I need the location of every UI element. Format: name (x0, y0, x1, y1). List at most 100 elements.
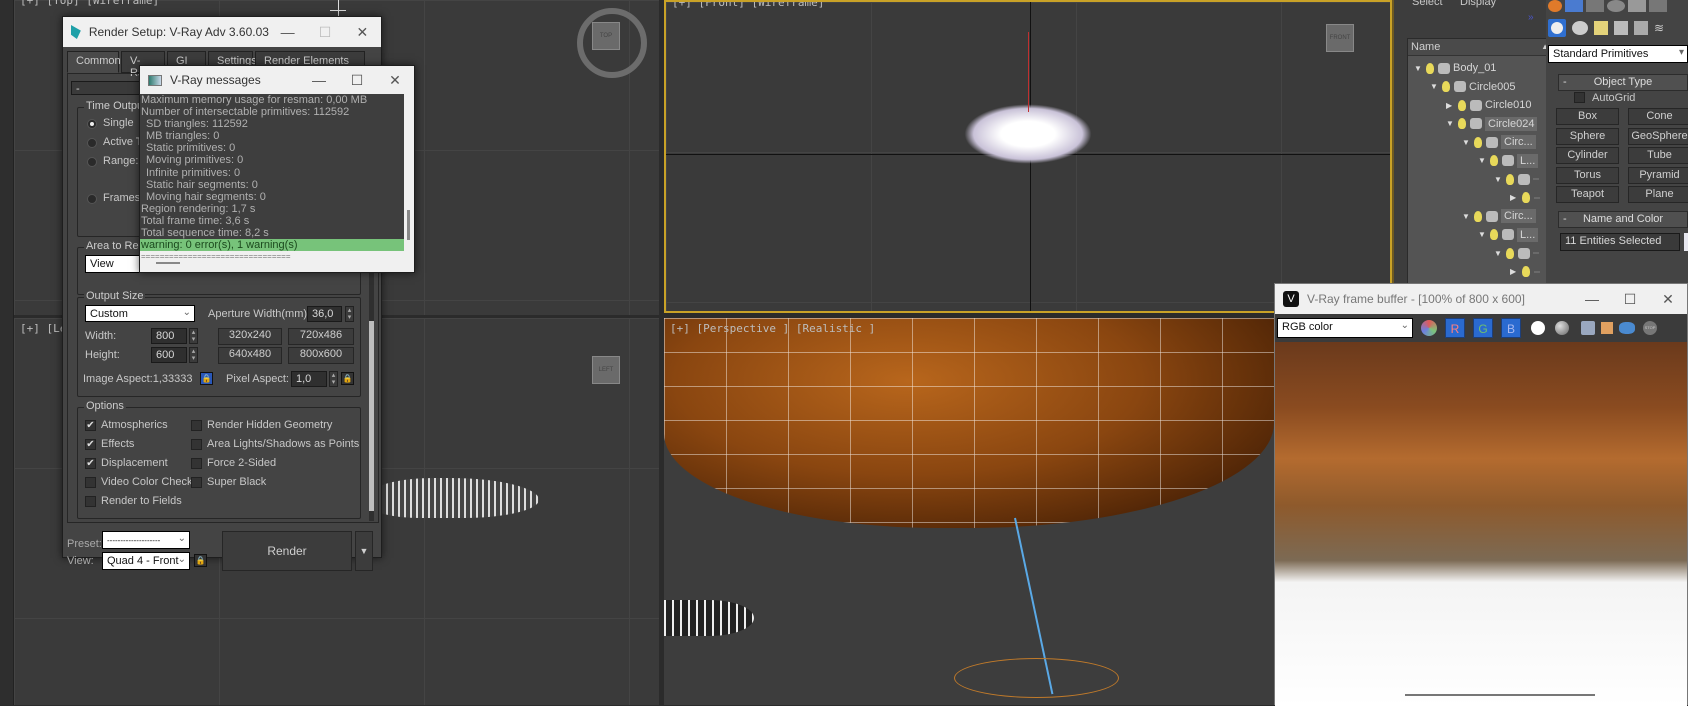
model-left-view[interactable] (374, 478, 539, 518)
minimize-button[interactable]: — (300, 72, 338, 88)
time-output-radio-3[interactable] (87, 194, 97, 204)
preset-800x600-button[interactable]: 800x600 (288, 347, 354, 364)
load-icon[interactable] (1601, 322, 1613, 334)
image-aspect-lock-icon[interactable]: 🔒 (200, 372, 213, 385)
create-sphere-button[interactable]: Sphere (1556, 127, 1619, 145)
outliner-item[interactable]: ▼ Circ... (1462, 207, 1536, 225)
expanded-arrow-icon[interactable]: ▼ (1430, 82, 1442, 91)
stop-icon[interactable]: STOP (1643, 321, 1657, 335)
viewport-front-label[interactable]: [+] [Front] [Wireframe] (672, 2, 824, 9)
viewport-perspective-label[interactable]: [+] [Perspective ] [Realistic ] (670, 322, 875, 335)
alpha-icon[interactable] (1555, 321, 1569, 335)
save-icon[interactable] (1581, 321, 1595, 335)
utilities-tab-icon[interactable] (1649, 0, 1667, 12)
column-header-name[interactable]: Name▲ (1408, 39, 1553, 56)
width-spinner[interactable]: ▴ ▾ (189, 328, 198, 344)
render-setup-titlebar[interactable]: Render Setup: V-Ray Adv 3.60.03 — ☐ ✕ (63, 17, 381, 47)
pixel-aspect-spinner[interactable]: ▴ ▾ (329, 371, 338, 387)
view-lock-icon[interactable]: 🔒 (194, 554, 207, 567)
light-bulb-icon[interactable] (1474, 136, 1482, 148)
create-cylinder-button[interactable]: Cylinder (1556, 147, 1619, 164)
viewport-top-label[interactable]: [+] [Top] [Wireframe] (20, 0, 159, 7)
vray-messages-log[interactable]: Maximum memory usage for resman: 0,00 MB… (140, 94, 404, 261)
green-channel-button[interactable]: G (1473, 318, 1493, 338)
minimize-button[interactable]: — (269, 24, 306, 40)
outliner-item[interactable]: ▼ L... (1478, 226, 1539, 244)
rendered-image[interactable] (1275, 342, 1687, 706)
shapes-icon[interactable] (1572, 21, 1588, 35)
viewcube-front[interactable]: FRONT (1326, 24, 1354, 52)
tab-common[interactable]: Common (67, 51, 121, 73)
width-field[interactable]: 800 (151, 328, 187, 344)
light-bulb-icon[interactable] (1458, 118, 1466, 129)
light-target-ellipse[interactable] (954, 658, 1119, 698)
viewport-front[interactable]: [+] [Front] [Wireframe] FRONT (664, 0, 1392, 313)
color-channels-icon[interactable] (1421, 320, 1437, 336)
scrollbar-thumb[interactable] (369, 321, 374, 511)
mono-white-icon[interactable] (1531, 321, 1545, 335)
rollout-name-and-color[interactable]: - Name and Color (1558, 211, 1688, 228)
view-dropdown[interactable]: Quad 4 - Front ⌄ (102, 552, 190, 570)
blue-channel-button[interactable]: B (1501, 318, 1521, 338)
create-tab-icon[interactable] (1548, 0, 1562, 12)
create-pyramid-button[interactable]: Pyramid (1628, 166, 1688, 184)
option-checkbox-render-to-fields[interactable] (85, 496, 96, 507)
expanded-arrow-icon[interactable]: ▼ (1446, 119, 1458, 128)
expanded-arrow-icon[interactable]: ▼ (1494, 175, 1506, 184)
horizontal-scrollbar-thumb[interactable] (156, 262, 180, 264)
close-button[interactable]: ✕ (376, 72, 414, 89)
create-torus-button[interactable]: Torus (1556, 166, 1619, 184)
output-size-preset-dropdown[interactable]: Custom ⌄ (85, 305, 195, 322)
option-checkbox-render-hidden-geometry[interactable] (191, 420, 202, 431)
height-spinner[interactable]: ▴ ▾ (189, 347, 198, 363)
cameras-icon[interactable] (1614, 21, 1628, 35)
viewcube-left[interactable]: LEFT (592, 356, 620, 384)
viewport-perspective[interactable]: [+] [Perspective ] [Realistic ] (664, 318, 1274, 705)
render-button[interactable]: Render (222, 531, 352, 571)
light-bulb-icon[interactable] (1490, 155, 1498, 166)
maximize-button[interactable]: ☐ (1611, 291, 1649, 308)
light-bulb-icon[interactable] (1506, 247, 1514, 259)
menu-select[interactable]: Select (1412, 0, 1443, 8)
teapot-render-icon[interactable] (1619, 322, 1635, 334)
helpers-icon[interactable] (1634, 21, 1648, 35)
outliner-item[interactable]: ▼ Circle024 (1446, 115, 1538, 133)
create-plane-button[interactable]: Plane (1628, 186, 1688, 203)
option-checkbox-effects[interactable]: ✔ (85, 439, 96, 450)
light-bulb-icon[interactable] (1458, 99, 1466, 111)
expanded-arrow-icon[interactable]: ▼ (1414, 64, 1426, 73)
outliner-item[interactable]: ▼ Circ... (1462, 133, 1536, 151)
create-box-button[interactable]: Box (1556, 108, 1619, 125)
expanded-arrow-icon[interactable]: ▼ (1494, 249, 1506, 258)
option-checkbox-video-color-check[interactable] (85, 477, 96, 488)
modify-tab-icon[interactable] (1565, 0, 1583, 12)
hierarchy-tab-icon[interactable] (1586, 0, 1604, 12)
menu-display[interactable]: Display (1460, 0, 1496, 8)
maximize-button[interactable]: ☐ (306, 24, 343, 41)
option-checkbox-atmospherics[interactable]: ✔ (85, 420, 96, 431)
outliner-item[interactable]: ▼ Circle005 (1430, 78, 1515, 96)
outliner-item[interactable]: ▶ (1510, 189, 1540, 207)
minimize-button[interactable]: — (1573, 291, 1611, 307)
spacewarps-icon[interactable]: ≋ (1654, 21, 1668, 35)
object-color-swatch[interactable] (1684, 233, 1688, 251)
object-name-field[interactable]: 11 Entities Selected (1560, 233, 1680, 251)
outliner-item[interactable]: ▼ Body_01 (1414, 59, 1496, 77)
light-bulb-icon[interactable] (1506, 173, 1514, 185)
time-output-radio-2[interactable] (87, 157, 97, 167)
channel-dropdown[interactable]: RGB color ⌄ (1277, 318, 1413, 338)
close-button[interactable]: ✕ (344, 24, 381, 41)
vfb-scrollbar[interactable] (1405, 694, 1595, 696)
display-tab-icon[interactable] (1628, 0, 1646, 12)
category-dropdown[interactable]: Standard Primitives ▾ (1548, 45, 1688, 63)
create-cone-button[interactable]: Cone (1628, 108, 1688, 125)
preset-dropdown[interactable]: -------------------- ⌄ (102, 531, 190, 549)
height-field[interactable]: 600 (151, 347, 187, 363)
outliner-item[interactable]: ▼ (1494, 170, 1539, 188)
motion-tab-icon[interactable] (1607, 0, 1625, 12)
viewcube-top[interactable]: TOP (592, 22, 620, 50)
option-checkbox-displacement[interactable]: ✔ (85, 458, 96, 469)
collapsed-arrow-icon[interactable]: ▶ (1510, 267, 1522, 276)
light-bulb-icon[interactable] (1522, 192, 1530, 203)
create-tube-button[interactable]: Tube (1628, 147, 1688, 164)
